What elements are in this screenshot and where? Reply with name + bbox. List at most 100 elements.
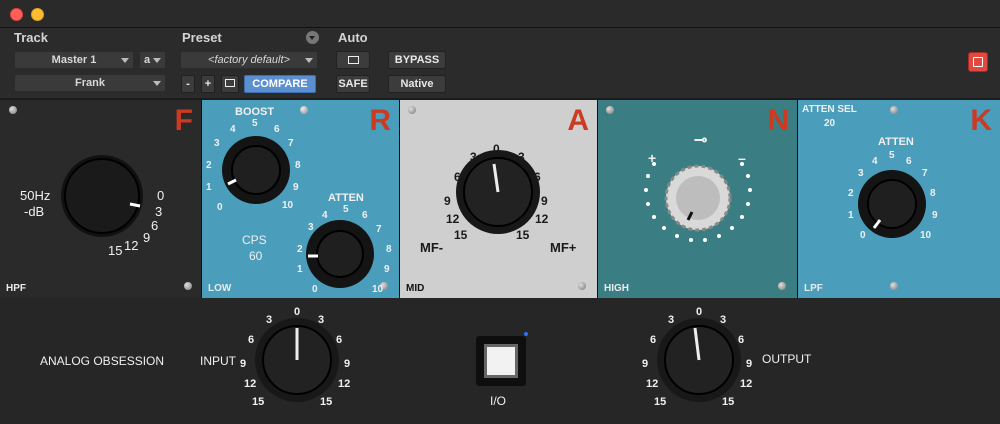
boost-tick-8: 8 <box>295 160 301 171</box>
plugin-power-icon[interactable] <box>968 52 988 72</box>
output-tick-3l: 3 <box>668 314 675 326</box>
output-tick-6r: 6 <box>738 334 745 346</box>
preset-previous-button[interactable]: - <box>181 75 195 93</box>
mid-tick-6l: 6 <box>454 170 461 184</box>
lpf-tick-4: 4 <box>872 156 878 167</box>
preset-next-button[interactable]: + <box>201 75 215 93</box>
plugin-header: Track Preset Auto Master 1 a Frank <fact… <box>0 28 1000 98</box>
mid-tick-3l: 3 <box>470 150 477 164</box>
boost-tick-0: 0 <box>217 202 223 213</box>
lpf-tick-3: 3 <box>858 168 864 179</box>
high-corner-label: HIGH <box>604 283 629 294</box>
boost-tick-9: 9 <box>293 182 299 193</box>
native-button[interactable]: Native <box>388 75 446 93</box>
mf-minus-label: MF- <box>420 240 444 255</box>
output-tick-15l: 15 <box>654 396 667 408</box>
boost-tick-7: 7 <box>288 138 294 149</box>
preset-name: <factory default> <box>208 54 290 66</box>
chevron-down-icon <box>121 58 129 63</box>
mid-corner-label: MID <box>406 283 425 294</box>
output-tick-9l: 9 <box>642 358 649 370</box>
bypass-button[interactable]: BYPASS <box>388 51 446 69</box>
copy-settings-button[interactable] <box>221 75 239 93</box>
hpf-tick-12: 12 <box>124 238 139 253</box>
auto-label: Auto <box>338 30 368 45</box>
safe-button[interactable]: SAFE <box>336 75 370 93</box>
lpf-atten-knob[interactable] <box>798 100 1000 298</box>
low-panel: R BOOST ATTEN CPS 60 0 1 2 3 4 5 6 7 8 9… <box>202 100 400 298</box>
lpf-tick-10: 10 <box>920 230 932 241</box>
channel-name: a <box>144 54 151 66</box>
preset-label: Preset <box>182 30 222 45</box>
track-label: Track <box>14 30 48 45</box>
mid-tick-9r: 9 <box>541 194 548 208</box>
user-select[interactable]: Frank <box>14 74 166 92</box>
preset-menu-icon[interactable] <box>306 31 319 44</box>
hpf-tick-15: 15 <box>108 243 123 258</box>
output-tick-3r: 3 <box>720 314 727 326</box>
channel-select[interactable]: a <box>139 51 166 69</box>
boost-tick-1: 1 <box>206 182 212 193</box>
atten-tick-5: 5 <box>343 204 349 215</box>
lpf-panel: K ATTEN SEL 20 ATTEN 0 1 2 3 4 5 6 7 8 9… <box>798 100 1000 298</box>
mid-tick-12l: 12 <box>446 212 460 226</box>
lpf-tick-0: 0 <box>860 230 866 241</box>
hpf-knob[interactable] <box>0 100 202 298</box>
atten-tick-3: 3 <box>308 222 314 233</box>
lpf-corner-label: LPF <box>804 283 823 294</box>
output-tick-12l: 12 <box>646 378 659 390</box>
boost-tick-10: 10 <box>282 200 294 211</box>
output-tick-15r: 15 <box>722 396 735 408</box>
mid-tick-12r: 12 <box>535 212 549 226</box>
low-corner-label: LOW <box>208 283 232 294</box>
output-tick-6l: 6 <box>650 334 657 346</box>
title-bar <box>0 0 1000 28</box>
automation-icon <box>348 56 359 64</box>
hpf-tick-3: 3 <box>155 204 163 219</box>
lpf-tick-1: 1 <box>848 210 854 221</box>
atten-tick-9: 9 <box>384 264 390 275</box>
preset-select[interactable]: <factory default> <box>180 51 318 69</box>
atten-tick-0: 0 <box>312 284 318 295</box>
high-knob[interactable] <box>598 100 798 298</box>
compare-button[interactable]: COMPARE <box>244 75 316 93</box>
mid-tick-9l: 9 <box>444 194 451 208</box>
atten-tick-8: 8 <box>386 244 392 255</box>
io-section: ANALOG OBSESSION INPUT 15 12 9 6 3 0 3 6… <box>0 298 1000 424</box>
output-label: OUTPUT <box>762 352 812 366</box>
atten-tick-4: 4 <box>322 210 328 221</box>
auto-button[interactable] <box>336 51 370 69</box>
output-tick-9r: 9 <box>746 358 753 370</box>
mid-tick-6r: 6 <box>534 170 541 184</box>
output-tick-12r: 12 <box>740 378 753 390</box>
boost-tick-4: 4 <box>230 124 236 135</box>
output-knob[interactable] <box>0 298 1000 424</box>
hpf-tick-6: 6 <box>151 218 159 233</box>
mid-knob[interactable] <box>400 100 598 298</box>
mid-tick-15r: 15 <box>516 228 530 242</box>
close-window-icon[interactable] <box>10 8 23 21</box>
atten-tick-2: 2 <box>297 244 303 255</box>
chevron-down-icon <box>153 58 161 63</box>
boost-tick-3: 3 <box>214 138 220 149</box>
boost-tick-2: 2 <box>206 160 212 171</box>
output-tick-0: 0 <box>696 306 703 318</box>
hpf-panel: F 50Hz -dB 0 3 6 9 12 15 HPF <box>0 100 202 298</box>
plugin-window: Track Preset Auto Master 1 a Frank <fact… <box>0 0 1000 424</box>
copy-icon <box>225 79 235 87</box>
lpf-tick-7: 7 <box>922 168 928 179</box>
hpf-corner-label: HPF <box>6 283 26 294</box>
atten-tick-10: 10 <box>372 284 384 295</box>
lpf-tick-9: 9 <box>932 210 938 221</box>
atten-tick-7: 7 <box>376 224 382 235</box>
eq-panels: F 50Hz -dB 0 3 6 9 12 15 HPF R BOOST ATT… <box>0 100 1000 298</box>
mf-plus-label: MF+ <box>550 240 577 255</box>
lpf-tick-2: 2 <box>848 188 854 199</box>
minimize-window-icon[interactable] <box>31 8 44 21</box>
hpf-tick-9: 9 <box>143 230 151 245</box>
track-select[interactable]: Master 1 <box>14 51 134 69</box>
hpf-tick-0: 0 <box>157 188 165 203</box>
mid-panel: A 15 12 9 6 3 0 3 6 9 12 15 MF- MF+ MID <box>400 100 598 298</box>
chevron-down-icon <box>153 81 161 86</box>
atten-tick-1: 1 <box>297 264 303 275</box>
